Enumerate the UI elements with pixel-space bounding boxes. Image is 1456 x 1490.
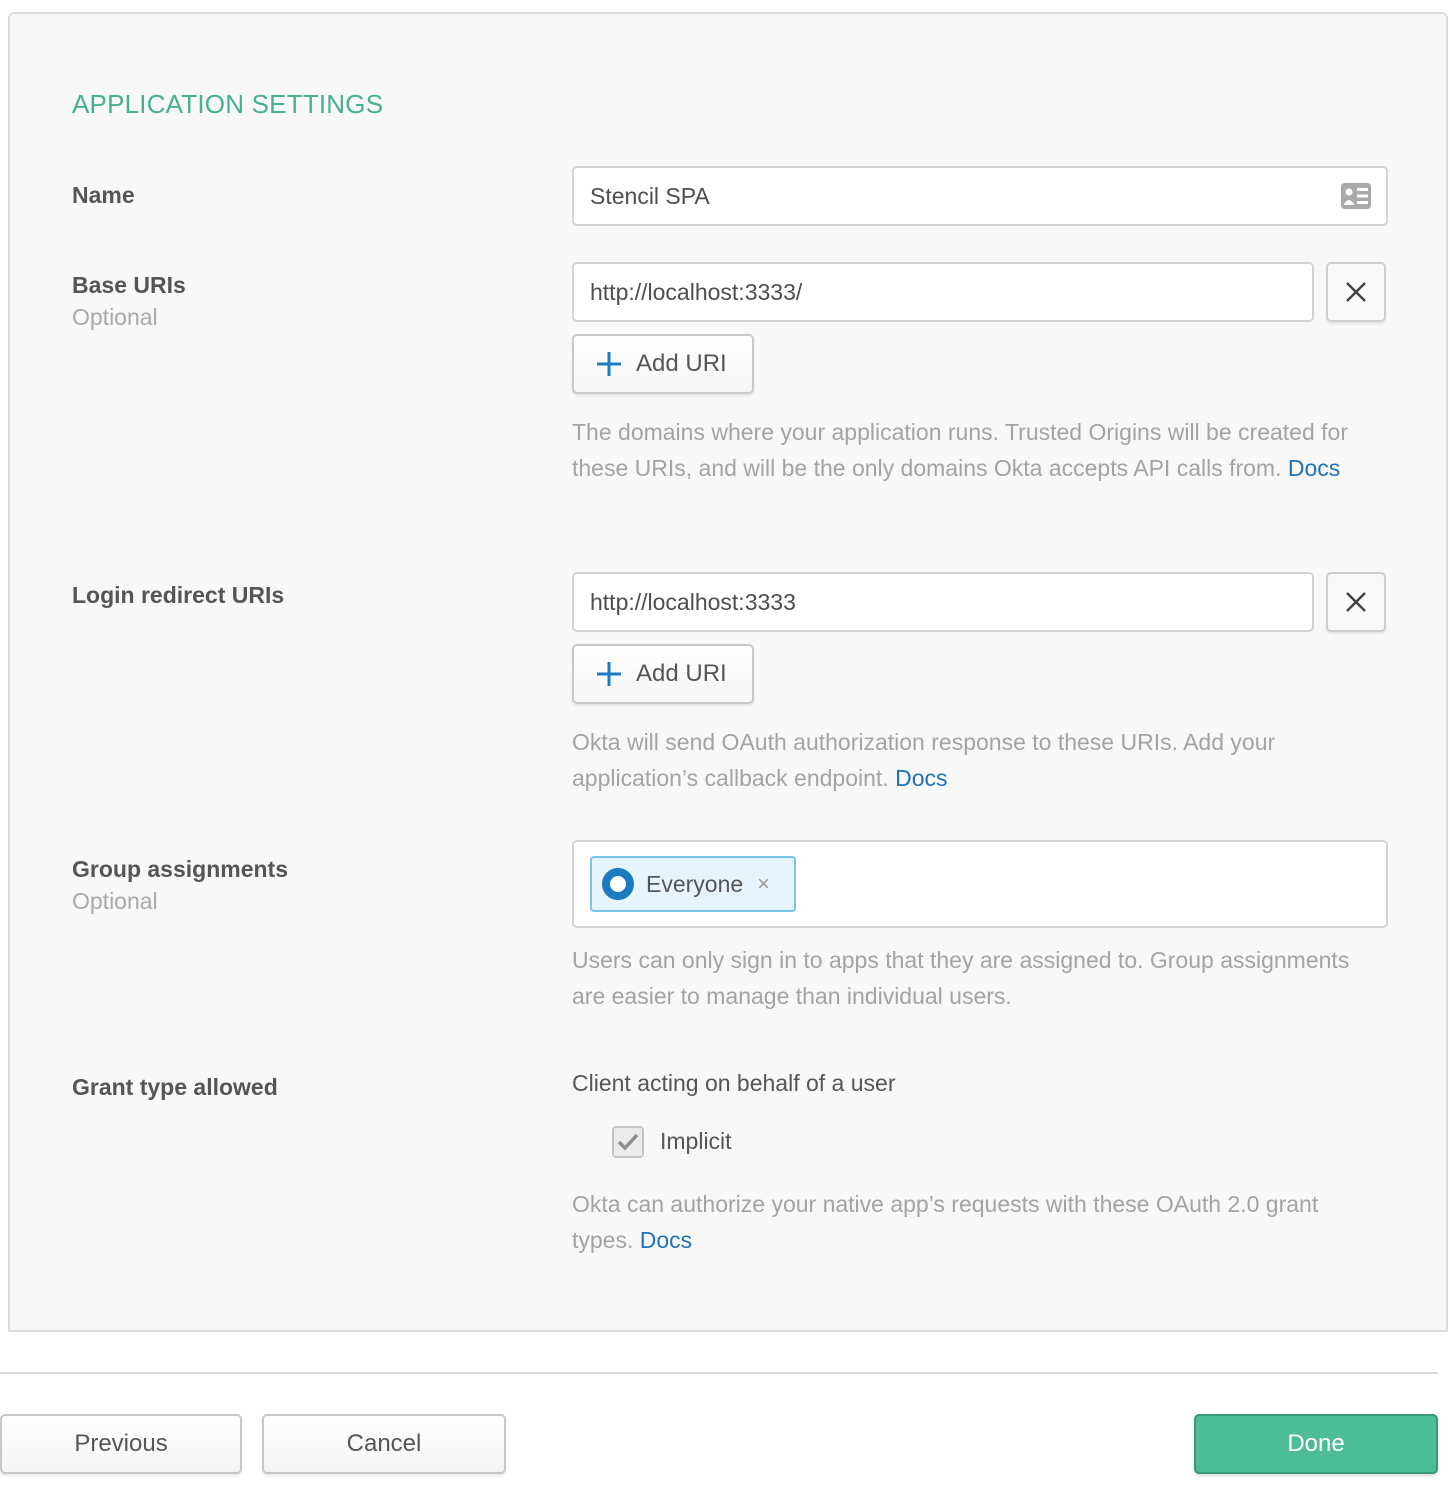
add-base-uri-button[interactable]: Add URI [572, 334, 754, 394]
close-icon [1346, 592, 1366, 612]
group-assignments-input[interactable]: Everyone × [572, 840, 1388, 928]
grant-group-title: Client acting on behalf of a user [572, 1070, 896, 1096]
close-icon [1346, 282, 1366, 302]
help-text: The domains where your application runs.… [572, 419, 1348, 481]
group-chip-label: Everyone [646, 870, 744, 897]
base-uri-value: http://localhost:3333/ [590, 278, 803, 305]
cancel-button[interactable]: Cancel [262, 1414, 506, 1474]
add-login-redirect-uri-button[interactable]: Add URI [572, 644, 754, 704]
login-redirect-uris-label: Login redirect URIs [72, 582, 285, 608]
add-uri-label: Add URI [636, 660, 727, 687]
name-input[interactable]: Stencil SPA [572, 166, 1388, 226]
footer-divider [0, 1372, 1438, 1374]
group-assignments-label: Group assignments [72, 856, 288, 882]
group-icon [602, 868, 634, 900]
plus-icon [596, 351, 622, 377]
remove-group-icon[interactable]: × [757, 871, 770, 897]
group-assignments-optional: Optional [72, 888, 158, 914]
login-redirect-docs-link[interactable]: Docs [895, 765, 947, 791]
login-redirect-help: Okta will send OAuth authorization respo… [572, 724, 1382, 796]
login-redirect-uri-input[interactable]: http://localhost:3333 [572, 572, 1314, 632]
grant-type-docs-link[interactable]: Docs [640, 1227, 692, 1253]
grant-type-help: Okta can authorize your native app’s req… [572, 1186, 1382, 1258]
done-button[interactable]: Done [1194, 1414, 1438, 1474]
remove-base-uri-button[interactable] [1326, 262, 1386, 322]
checkmark-icon [617, 1133, 639, 1151]
base-uris-help: The domains where your application runs.… [572, 414, 1382, 486]
grant-type-label: Grant type allowed [72, 1074, 278, 1100]
group-assignments-help: Users can only sign in to apps that they… [572, 947, 1350, 1009]
section-title: APPLICATION SETTINGS [72, 89, 384, 119]
group-chip-everyone: Everyone × [590, 856, 796, 912]
previous-button[interactable]: Previous [0, 1414, 242, 1474]
login-redirect-uri-value: http://localhost:3333 [590, 588, 796, 615]
name-label: Name [72, 182, 135, 208]
add-uri-label: Add URI [636, 350, 727, 377]
application-settings-panel: APPLICATION SETTINGS Name Stencil SPA Ba… [8, 12, 1448, 1332]
remove-login-redirect-uri-button[interactable] [1326, 572, 1386, 632]
base-uris-label: Base URIs [72, 272, 186, 298]
name-value: Stencil SPA [590, 182, 710, 209]
contact-card-icon [1340, 182, 1372, 216]
base-uris-optional: Optional [72, 304, 158, 330]
base-uri-input[interactable]: http://localhost:3333/ [572, 262, 1314, 322]
plus-icon [596, 661, 622, 687]
implicit-label: Implicit [660, 1128, 732, 1154]
implicit-checkbox[interactable] [612, 1126, 644, 1158]
base-uris-docs-link[interactable]: Docs [1288, 455, 1340, 481]
